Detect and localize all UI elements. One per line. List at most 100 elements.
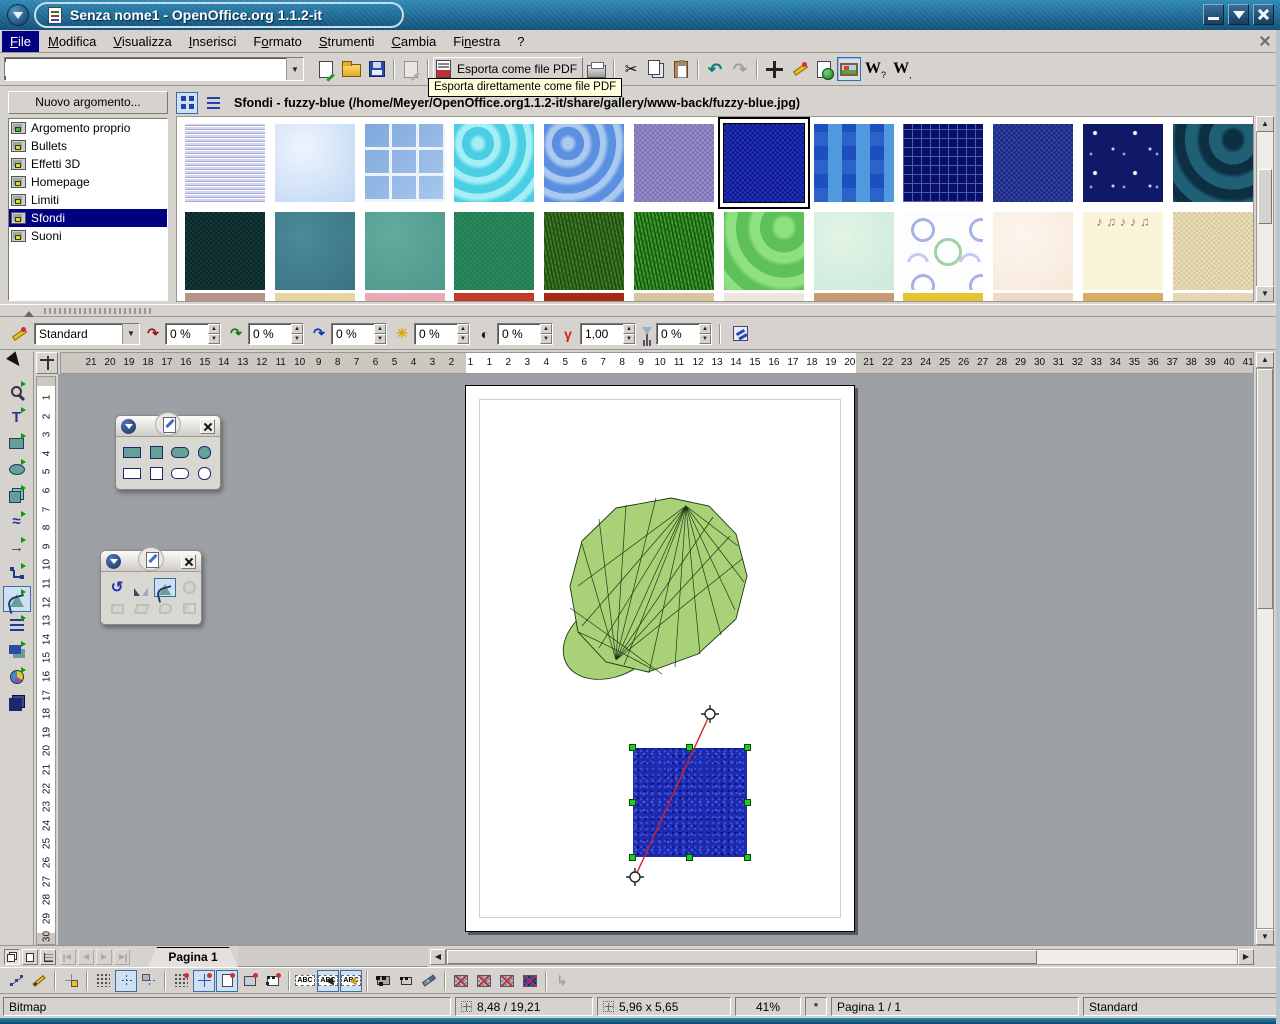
show-grid-button[interactable]	[92, 970, 114, 992]
minimize-button[interactable]	[1203, 4, 1224, 25]
gallery-tile[interactable]	[993, 123, 1073, 203]
rectangle-tool[interactable]	[3, 430, 31, 456]
window-menu-button[interactable]	[7, 4, 29, 26]
gallery-tile-partial[interactable]	[903, 293, 983, 301]
line-arrow-tool[interactable]: →	[3, 534, 31, 560]
gallery-grid-view-button[interactable]	[176, 92, 198, 114]
horizontal-scroll-thumb[interactable]	[447, 950, 1037, 964]
edit-icon[interactable]	[155, 412, 181, 436]
rounded-rectangle-button[interactable]	[169, 464, 191, 483]
gallery-tile[interactable]	[814, 123, 894, 203]
close-button[interactable]	[1253, 4, 1274, 25]
handle-mid-left[interactable]	[629, 799, 636, 806]
gallery-tile[interactable]	[365, 123, 445, 203]
modify-attributes-button[interactable]	[418, 970, 440, 992]
rounded-square-button[interactable]	[193, 464, 215, 483]
ruler-origin-button[interactable]	[36, 352, 58, 374]
url-input[interactable]	[5, 62, 286, 76]
handle-bottom-right[interactable]	[744, 854, 751, 861]
snap-points-button[interactable]	[262, 970, 284, 992]
gallery-scroll-thumb[interactable]	[1258, 169, 1272, 224]
layer-mode-button[interactable]	[40, 949, 56, 965]
ellipse-tool[interactable]	[3, 456, 31, 482]
handle-top-center[interactable]	[686, 744, 693, 751]
autopilot-button[interactable]	[787, 57, 811, 81]
contrast-spinner-arrows[interactable]: ▲▼	[540, 324, 552, 344]
gallery-tile[interactable]	[185, 211, 265, 291]
helplines-while-moving-button[interactable]	[60, 970, 82, 992]
rotate-button[interactable]: ↺	[106, 578, 128, 597]
gallery-tile-selected[interactable]	[724, 123, 804, 203]
snap-border-button[interactable]	[239, 970, 261, 992]
gallery-scrollbar[interactable]: ▲ ▼	[1256, 116, 1274, 302]
menubar-close-icon[interactable]	[1258, 34, 1272, 48]
text-tool[interactable]: T	[3, 404, 31, 430]
brightness-spinner-field[interactable]: 0 %▲▼	[414, 323, 470, 345]
gallery-tile-partial[interactable]	[634, 293, 714, 301]
gallery-tile-partial[interactable]	[544, 293, 624, 301]
vertical-scroll-thumb[interactable]	[1257, 369, 1273, 609]
gallery-theme-homepage[interactable]: Homepage	[9, 173, 167, 191]
gallery-tile[interactable]	[544, 123, 624, 203]
handle-top-left[interactable]	[629, 744, 636, 751]
gallery-tile[interactable]	[1173, 211, 1253, 291]
save-button[interactable]	[365, 57, 389, 81]
handles-plain-button[interactable]	[372, 970, 394, 992]
gamma-spinner-field[interactable]: 1,00▲▼	[580, 323, 636, 345]
green-level-spinner-field[interactable]: 0 %▲▼	[248, 323, 304, 345]
gallery-tile[interactable]	[634, 211, 714, 291]
handle-bottom-left[interactable]	[629, 854, 636, 861]
maximize-button[interactable]	[1228, 4, 1249, 25]
transparency-spinner-arrows[interactable]: ▲▼	[699, 324, 711, 344]
bitmap-object[interactable]	[633, 748, 747, 857]
new-theme-button[interactable]: Nuovo argomento...	[8, 91, 168, 114]
filter-button[interactable]	[6, 322, 30, 346]
page[interactable]	[465, 385, 855, 932]
collapse-icon[interactable]	[121, 419, 136, 434]
graphics-mode-combobox[interactable]: Standard ▼	[34, 323, 140, 345]
menu-strumenti[interactable]: Strumenti	[311, 31, 383, 52]
snap-guides-button[interactable]	[193, 970, 215, 992]
splitter-grip[interactable]	[44, 308, 154, 314]
gallery-theme-sfondi[interactable]: Sfondi	[9, 209, 167, 227]
gallery-theme-suoni[interactable]: Suoni	[9, 227, 167, 245]
alignment-tool[interactable]	[3, 612, 31, 638]
close-icon[interactable]	[181, 554, 196, 569]
gallery-tile-partial[interactable]	[814, 293, 894, 301]
rounded-square-filled-button[interactable]	[193, 443, 215, 462]
new-document-button[interactable]	[314, 57, 338, 81]
menu-formato[interactable]: Formato	[245, 31, 309, 52]
url-combo-arrow-icon[interactable]: ▼	[286, 58, 303, 80]
undo-button[interactable]: ↶	[703, 57, 727, 81]
scroll-down-icon[interactable]: ▼	[1256, 929, 1274, 945]
menu-[interactable]: ?	[509, 31, 532, 52]
gallery-tile[interactable]	[903, 123, 983, 203]
edit-icon[interactable]	[138, 547, 164, 571]
gallery-tile[interactable]	[365, 211, 445, 291]
gallery-tile-partial[interactable]	[365, 293, 445, 301]
page-tab[interactable]: Pagina 1	[148, 947, 238, 967]
navigator-button[interactable]	[762, 57, 786, 81]
connector-tool[interactable]	[3, 560, 31, 586]
square-filled-button[interactable]	[145, 443, 167, 462]
gallery-theme-argomento-proprio[interactable]: Argomento proprio	[9, 119, 167, 137]
hyperlink-button[interactable]	[812, 57, 836, 81]
gallery-theme-limiti[interactable]: Limiti	[9, 191, 167, 209]
page-mode-button[interactable]	[4, 949, 20, 965]
rounded-rectangle-filled-button[interactable]	[169, 443, 191, 462]
rectangle-filled-button[interactable]	[121, 443, 143, 462]
paste-button[interactable]	[669, 57, 693, 81]
guides-front-button[interactable]	[138, 970, 160, 992]
red-level-spinner-field[interactable]: 0 %▲▼	[165, 323, 221, 345]
gallery-tile[interactable]	[903, 211, 983, 291]
insert-tool[interactable]	[3, 664, 31, 690]
menu-visualizza[interactable]: Visualizza	[105, 31, 179, 52]
master-mode-button[interactable]	[22, 949, 38, 965]
effects-tool[interactable]	[3, 586, 31, 612]
menu-finestra[interactable]: Finestra	[445, 31, 508, 52]
handle-top-right[interactable]	[744, 744, 751, 751]
select-tool[interactable]	[3, 352, 31, 378]
gallery-tile[interactable]	[1173, 123, 1253, 203]
copy-button[interactable]	[644, 57, 668, 81]
open-button[interactable]	[339, 57, 364, 81]
